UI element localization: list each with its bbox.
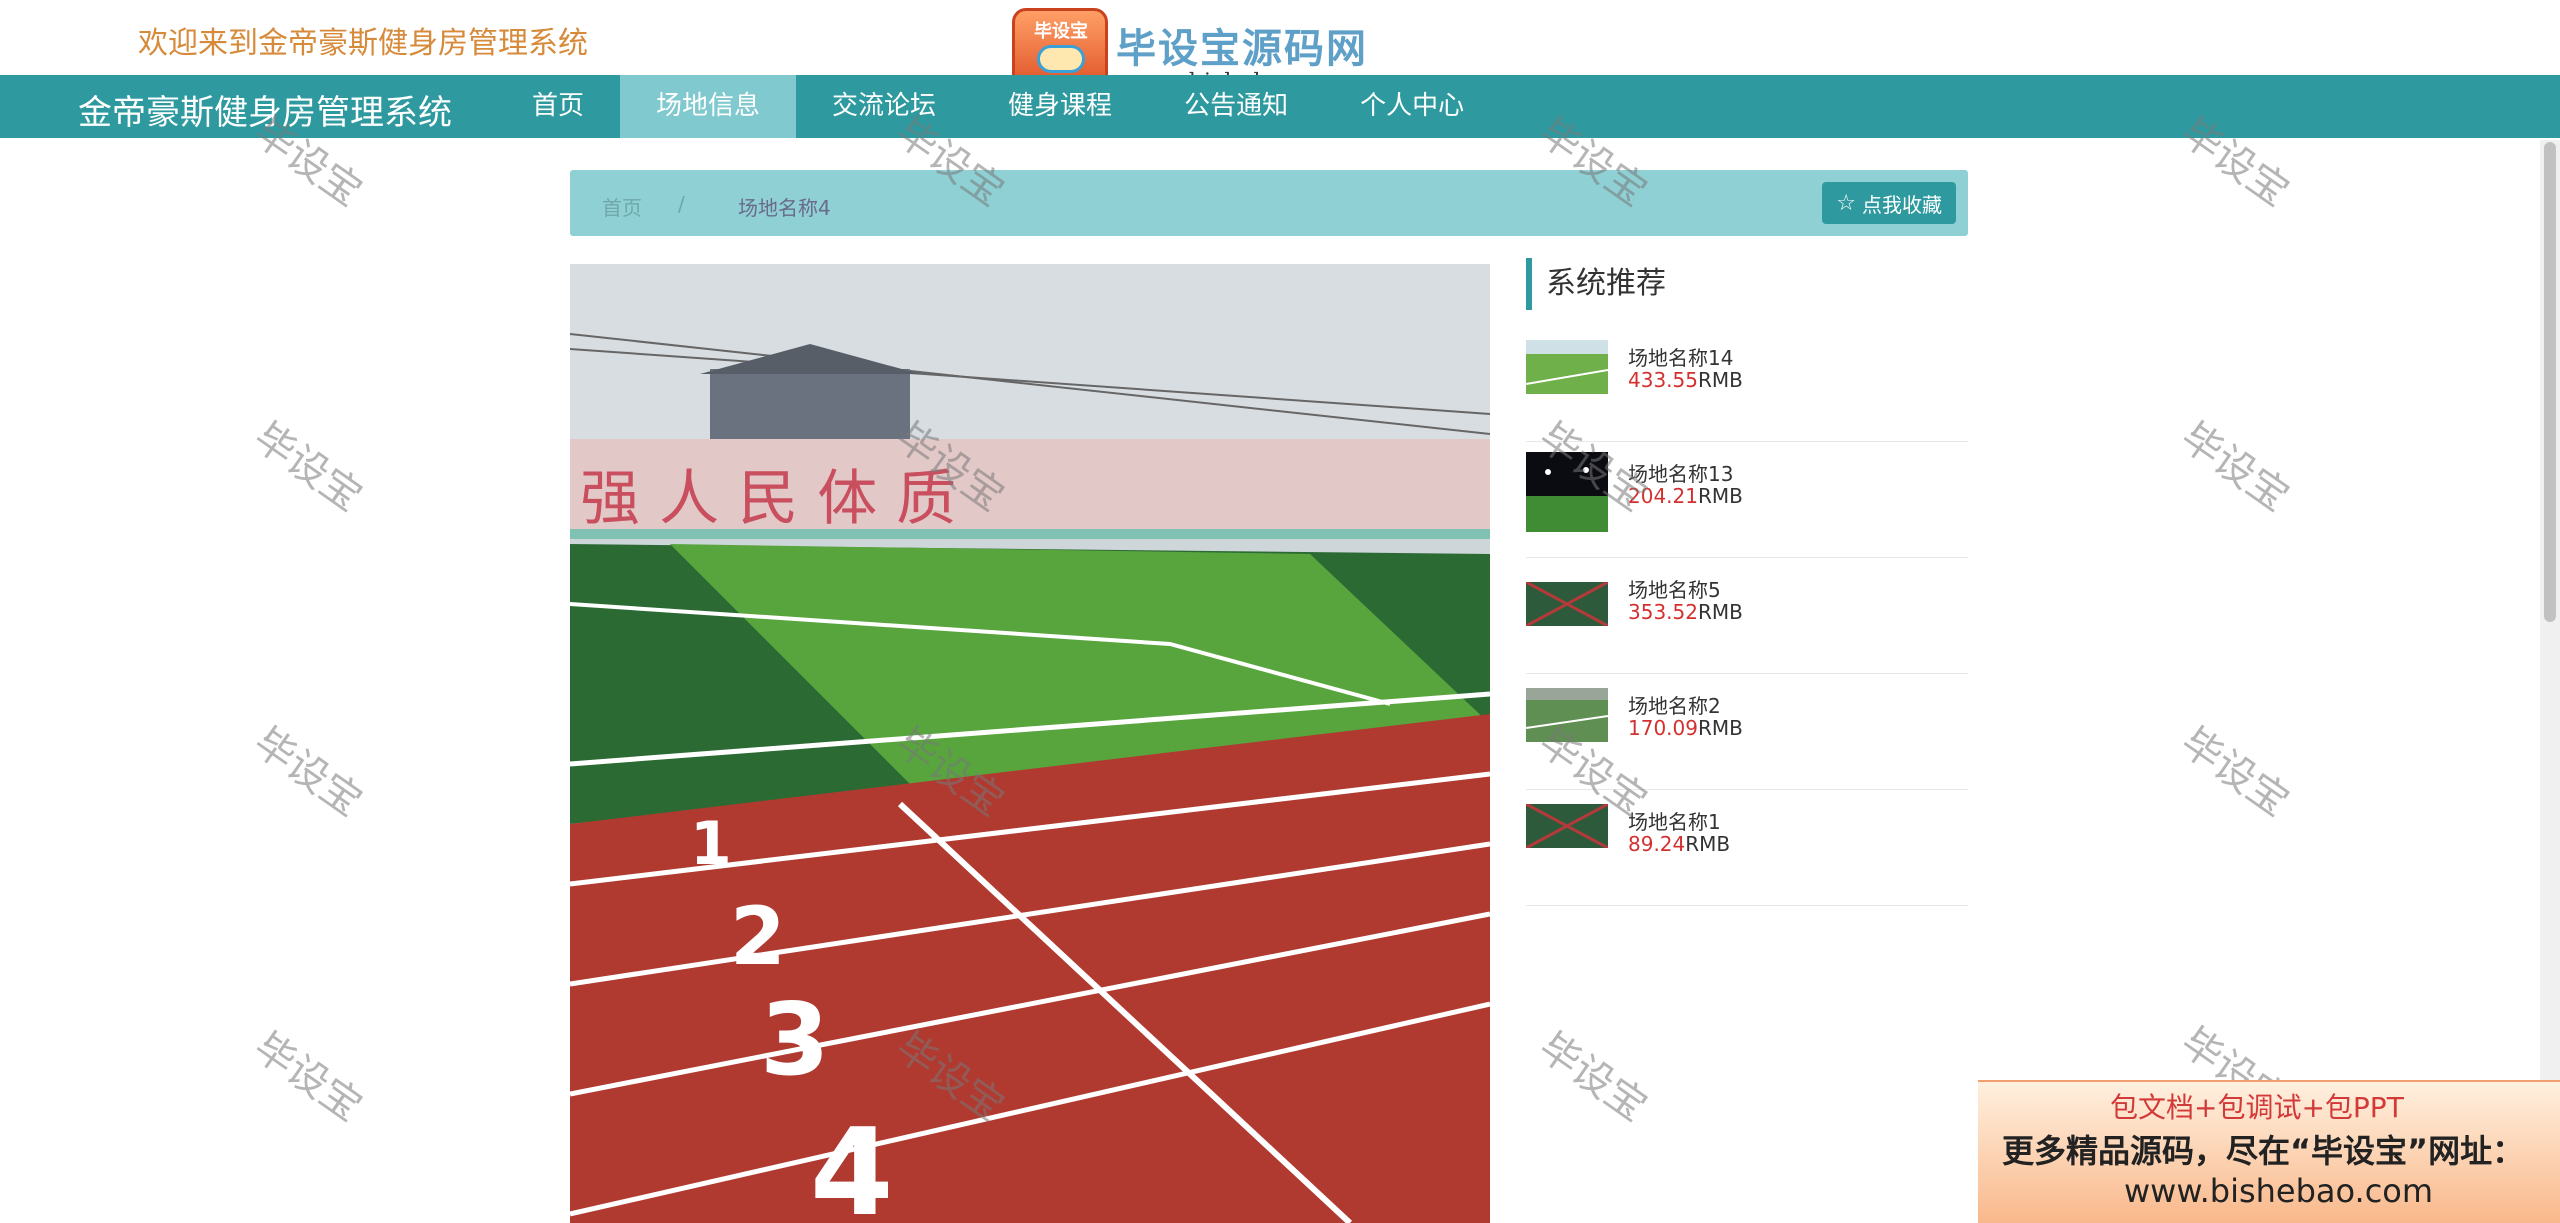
price-currency: RMB [1697, 368, 1743, 392]
recommend-item[interactable]: 场地名称14 433.55RMB [1526, 326, 1968, 442]
promo-ad-box[interactable]: 包文档+包调试+包PPT 更多精品源码，尽在“毕设宝”网址： www.bishe… [1978, 1080, 2560, 1223]
recommend-thumbnail[interactable] [1526, 340, 1608, 394]
nav-item-courses[interactable]: 健身课程 [972, 75, 1148, 138]
price-currency: RMB [1697, 600, 1743, 624]
breadcrumb-current: 场地名称4 [738, 196, 831, 220]
svg-text:4: 4 [810, 1104, 894, 1223]
recommend-item[interactable]: 场地名称5 353.52RMB [1526, 558, 1968, 674]
recommend-item-name[interactable]: 场地名称14 [1628, 342, 1733, 371]
nav-menu: 首页 场地信息 交流论坛 健身课程 公告通知 个人中心 [496, 75, 1500, 138]
price-value: 89.24 [1628, 832, 1686, 856]
watermark: 毕设宝 [245, 1024, 371, 1131]
welcome-text: 欢迎来到金帝豪斯健身房管理系统 [138, 26, 588, 61]
favorite-button-label: 点我收藏 [1862, 192, 1942, 217]
favorite-button[interactable]: ☆ 点我收藏 [1822, 182, 1956, 224]
svg-text:强 人 民 体 质: 强 人 民 体 质 [580, 464, 956, 534]
price-currency: RMB [1697, 716, 1743, 740]
price-currency: RMB [1685, 832, 1731, 856]
price-value: 170.09 [1628, 716, 1698, 740]
watermark: 毕设宝 [1530, 1024, 1656, 1131]
breadcrumb: 首页 / 场地名称4 ☆ 点我收藏 [570, 170, 1968, 236]
recommend-item-price: 170.09RMB [1628, 716, 1743, 740]
nav-item-forum[interactable]: 交流论坛 [796, 75, 972, 138]
nav-item-venue-info[interactable]: 场地信息 [620, 75, 797, 138]
price-value: 353.52 [1628, 600, 1698, 624]
price-currency: RMB [1697, 484, 1743, 508]
watermark: 毕设宝 [2172, 719, 2298, 826]
price-value: 433.55 [1628, 368, 1698, 392]
recommend-item-price: 353.52RMB [1628, 600, 1743, 624]
sports-field-image: 强 人 民 体 质 1 2 3 4 [570, 264, 1490, 1223]
recommend-item-price: 204.21RMB [1628, 484, 1743, 508]
page: 欢迎来到金帝豪斯健身房管理系统 毕设宝 毕设宝源码网 www.bishebao.… [0, 0, 2560, 1223]
recommend-thumbnail[interactable] [1526, 582, 1608, 626]
recommend-item-name[interactable]: 场地名称1 [1628, 806, 1721, 835]
svg-text:3: 3 [760, 981, 830, 1098]
brand-title[interactable]: 金帝豪斯健身房管理系统 [78, 85, 452, 134]
logo-cap-icon [1037, 45, 1085, 73]
breadcrumb-separator: / [678, 192, 685, 216]
recommend-item-name[interactable]: 场地名称5 [1628, 574, 1721, 603]
page-scrollbar[interactable] [2540, 140, 2560, 1223]
price-value: 204.21 [1628, 484, 1698, 508]
recommend-list: 场地名称14 433.55RMB 场地名称13 204.21RMB 场地名称5 … [1526, 326, 1968, 906]
ad-line-tagline: 更多精品源码，尽在“毕设宝”网址： [2002, 1132, 2525, 1170]
nav-item-personal-center[interactable]: 个人中心 [1324, 75, 1500, 138]
recommend-item-name[interactable]: 场地名称13 [1628, 458, 1733, 487]
watermark: 毕设宝 [245, 414, 371, 521]
recommend-section: 系统推荐 场地名称14 433.55RMB 场地名称13 204.21RMB 场… [1526, 258, 1968, 906]
nav-item-home[interactable]: 首页 [496, 75, 620, 138]
recommend-title: 系统推荐 [1526, 258, 1968, 310]
svg-text:1: 1 [690, 809, 732, 879]
scrollbar-thumb[interactable] [2544, 142, 2556, 622]
star-outline-icon: ☆ [1836, 190, 1856, 216]
recommend-thumbnail[interactable] [1526, 688, 1608, 742]
recommend-item[interactable]: 场地名称13 204.21RMB [1526, 442, 1968, 558]
top-bar: 欢迎来到金帝豪斯健身房管理系统 毕设宝 毕设宝源码网 www.bishebao.… [0, 0, 2560, 95]
logo-title: 毕设宝源码网 [1116, 26, 1368, 72]
recommend-thumbnail[interactable] [1526, 452, 1608, 532]
ad-line-url[interactable]: www.bishebao.com [2124, 1172, 2433, 1210]
main-navbar: 金帝豪斯健身房管理系统 首页 场地信息 交流论坛 健身课程 公告通知 个人中心 [0, 75, 2560, 138]
recommend-item-price: 89.24RMB [1628, 832, 1730, 856]
recommend-item-price: 433.55RMB [1628, 368, 1743, 392]
breadcrumb-home-link[interactable]: 首页 [602, 192, 642, 221]
logo-badge-text: 毕设宝 [1034, 21, 1088, 42]
venue-main-image: 强 人 民 体 质 1 2 3 4 [570, 264, 1490, 1223]
recommend-item[interactable]: 场地名称2 170.09RMB [1526, 674, 1968, 790]
recommend-item[interactable]: 场地名称1 89.24RMB [1526, 790, 1968, 906]
recommend-thumbnail[interactable] [1526, 804, 1608, 848]
ad-line-services: 包文档+包调试+包PPT [2110, 1091, 2404, 1124]
watermark: 毕设宝 [2172, 414, 2298, 521]
watermark: 毕设宝 [245, 719, 371, 826]
nav-item-announcements[interactable]: 公告通知 [1148, 75, 1324, 138]
svg-text:2: 2 [730, 890, 786, 983]
recommend-item-name[interactable]: 场地名称2 [1628, 690, 1721, 719]
